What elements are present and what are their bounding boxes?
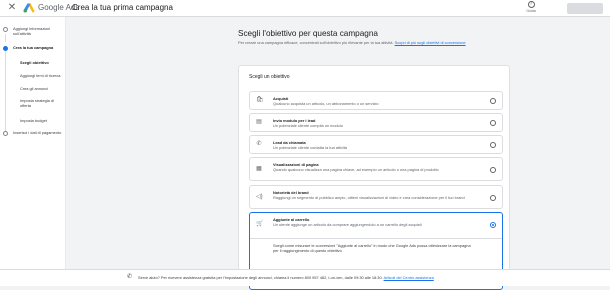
goal-option-page-views[interactable]: ▦ Visualizzazioni di pagina Quando qualc… — [249, 157, 503, 181]
step-business-info[interactable]: Aggiungi informazioni sull'attività — [3, 26, 63, 36]
option-desc: Un utente aggiunge un articolo da compra… — [273, 222, 422, 227]
option-desc: Qualcuno acquista un articolo, un abbona… — [273, 101, 379, 106]
option-desc: Un potenziale cliente contatta la tua at… — [273, 145, 347, 150]
footer-text: Serve aiuto? Per ricevere assistenza gra… — [138, 275, 434, 280]
step-dot-icon — [3, 131, 8, 136]
cart-icon: 🛒 — [256, 221, 264, 227]
goal-option-brand-awareness[interactable]: ◁) Notorietà del brand Raggiungi un segm… — [249, 185, 503, 209]
intro-text: Per creare una campagna efficace, concen… — [238, 40, 394, 45]
measure-question: Scegli come misurare le conversioni "Agg… — [273, 243, 471, 253]
top-bar: ✕ Google Ads Crea la tua prima campagna … — [0, 0, 610, 17]
shopping-bag-icon: 🛍 — [256, 97, 264, 103]
option-desc: Un potenziale cliente compila un modulo — [273, 123, 343, 128]
account-avatar[interactable] — [567, 3, 603, 14]
main-content: Scegli l'obiettivo per questa campagna P… — [66, 17, 610, 290]
radio-button[interactable] — [490, 98, 496, 104]
help-center-link[interactable]: Articoli del Centro assistenza — [384, 275, 434, 280]
close-icon[interactable]: ✕ — [7, 3, 17, 13]
substep-bid-strategy[interactable]: Imposta strategia di offerta — [20, 98, 64, 108]
radio-button[interactable] — [490, 195, 496, 201]
step-payment[interactable]: Inserisci i dati di pagamento — [3, 130, 63, 136]
support-text: Serve aiuto? Per ricevere assistenza gra… — [138, 275, 383, 280]
goal-heading: Scegli l'obiettivo per questa campagna — [238, 29, 378, 38]
substep-choose-goal[interactable]: Scegli obiettivo — [20, 60, 49, 65]
phone-icon: ✆ — [127, 274, 133, 280]
divider — [250, 238, 502, 239]
step-label: Crea la tua campagna — [13, 45, 54, 50]
conversion-goals-link[interactable]: Scopri di più sugli obiettivi di convers… — [395, 40, 466, 45]
substep-budget[interactable]: Imposta budget — [20, 118, 47, 123]
goal-intro: Per creare una campagna efficace, concen… — [238, 40, 523, 46]
substep-create-ads[interactable]: Crea gli annunci — [20, 86, 48, 91]
google-ads-logo-icon — [23, 3, 35, 13]
page-title: Crea la tua prima campagna — [72, 3, 173, 12]
radio-button[interactable] — [490, 167, 496, 173]
help-footer: ✆ Serve aiuto? Per ricevere assistenza g… — [0, 269, 610, 286]
phone-icon: ✆ — [256, 141, 262, 147]
substep-search-themes[interactable]: Aggiungi temi di ricerca — [20, 73, 60, 78]
radio-button[interactable] — [490, 142, 496, 148]
goal-option-purchases[interactable]: 🛍 Acquisti Qualcuno acquista un articolo… — [249, 91, 503, 110]
radio-button[interactable] — [490, 120, 496, 126]
step-dot-icon — [3, 27, 8, 32]
card-heading: Scegli un obiettivo — [249, 74, 290, 80]
goal-option-lead-forms[interactable]: ▤ Invio modulo per i lead Un potenziale … — [249, 113, 503, 132]
goal-option-phone-leads[interactable]: ✆ Lead da chiamata Un potenziale cliente… — [249, 135, 503, 154]
goal-card: Scegli un obiettivo 🛍 Acquisti Qualcuno … — [238, 65, 510, 290]
form-icon: ▤ — [256, 119, 262, 125]
help-button[interactable]: ? Guida — [522, 1, 540, 13]
help-icon: ? — [527, 1, 535, 8]
option-desc: Raggiungi un segmento di pubblico ampio,… — [273, 195, 465, 200]
step-dot-active-icon — [3, 46, 8, 51]
calendar-icon: ▦ — [256, 166, 262, 172]
megaphone-icon: ◁) — [256, 194, 263, 200]
radio-button-selected[interactable] — [490, 222, 496, 228]
step-label: Aggiungi informazioni sull'attività — [13, 26, 51, 36]
stepper-line — [5, 50, 6, 134]
sidebar-stepper: Aggiungi informazioni sull'attività Crea… — [0, 17, 66, 269]
help-label: Guida — [526, 9, 536, 13]
step-label: Inserisci i dati di pagamento — [13, 130, 62, 135]
option-desc: Quando qualcuno visualizza una pagina ch… — [273, 167, 439, 172]
step-create-campaign[interactable]: Crea la tua campagna — [3, 45, 68, 51]
